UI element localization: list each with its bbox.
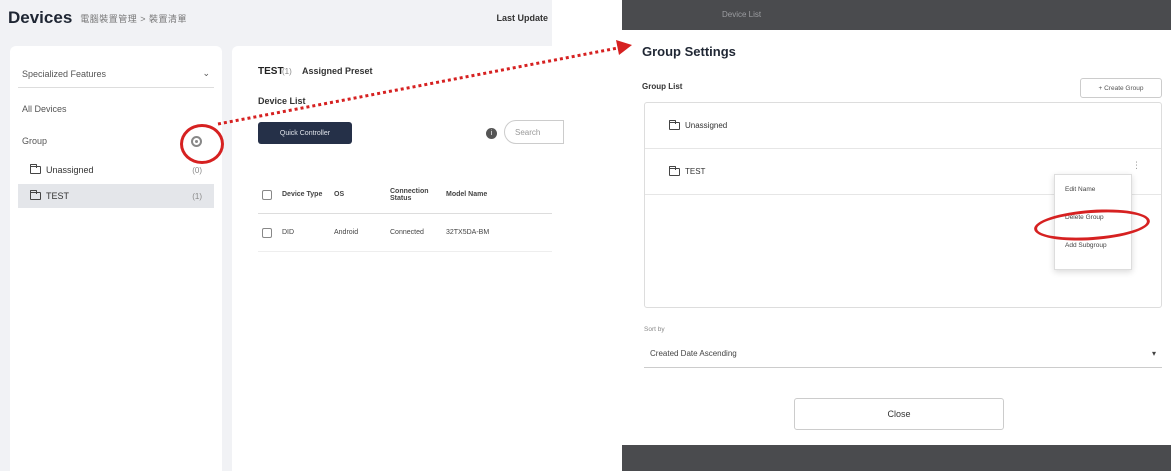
- devices-screen: Devices 電腦裝置管理 > 裝置清單 Last Update Specia…: [0, 0, 564, 471]
- folder-icon: [30, 164, 41, 174]
- sort-select[interactable]: Created Date Ascending ▾: [644, 340, 1162, 368]
- page-header: Devices 電腦裝置管理 > 裝置清單 Last Update: [0, 0, 552, 36]
- sidebar-item-test[interactable]: TEST (1): [18, 184, 214, 208]
- group-label: Group: [22, 136, 48, 146]
- last-update-label: Last Update: [496, 13, 548, 23]
- group-count: (1): [282, 67, 292, 76]
- sort-label: Sort by: [644, 326, 665, 333]
- folder-icon: [30, 190, 41, 200]
- folder-name: Unassigned: [46, 165, 94, 175]
- column-header: OS: [334, 191, 345, 198]
- quick-controller-button[interactable]: Quick Controller: [258, 122, 352, 144]
- list-item[interactable]: Unassigned: [645, 103, 1161, 149]
- backdrop-label: Device List: [722, 10, 762, 19]
- sidebar: Specialized Features ⌄ All Devices Group…: [10, 46, 222, 471]
- modal-backdrop-bottom: [622, 445, 1171, 471]
- main-panel: TEST (1) Assigned Preset Device List Qui…: [232, 46, 564, 471]
- folder-icon: [669, 165, 680, 176]
- group-item-label: TEST: [685, 167, 706, 176]
- select-all-checkbox[interactable]: [262, 189, 272, 200]
- modal-backdrop-top: Device List: [622, 0, 1171, 30]
- table-cell: DID: [282, 229, 295, 236]
- folder-icon: [669, 119, 680, 130]
- column-header: Connection Status: [390, 187, 429, 202]
- folder-count: (1): [192, 191, 202, 201]
- table-cell: Android: [334, 229, 359, 236]
- feature-select-label: Specialized Features: [22, 68, 107, 79]
- search-input[interactable]: Search: [504, 120, 564, 144]
- gear-highlight-circle: [180, 124, 224, 164]
- chevron-down-icon: ⌄: [202, 68, 210, 78]
- modal-title: Group Settings: [642, 44, 736, 59]
- sidebar-item-all-devices[interactable]: All Devices: [18, 98, 214, 120]
- info-icon[interactable]: i: [486, 128, 497, 139]
- sidebar-item-unassigned[interactable]: Unassigned (0): [18, 158, 214, 182]
- folder-label: Unassigned: [30, 164, 94, 175]
- folder-name: TEST: [46, 191, 70, 201]
- group-name: TEST: [258, 66, 284, 77]
- page-title: Devices: [8, 8, 73, 27]
- device-list-label: Device List: [258, 96, 306, 106]
- breadcrumb: 電腦裝置管理 > 裝置清單: [80, 13, 188, 24]
- chevron-down-icon: ▾: [1151, 349, 1156, 358]
- folder-label: TEST: [30, 190, 70, 201]
- folder-count: (0): [192, 165, 202, 175]
- close-button[interactable]: Close: [794, 398, 1004, 430]
- group-settings-screen: Device List Group Settings Group List + …: [622, 0, 1171, 471]
- table-row[interactable]: DID Android Connected 32TX5DA-BM: [258, 214, 552, 252]
- device-table: Device Type OS Connection Status Model N…: [258, 176, 552, 252]
- feature-select[interactable]: Specialized Features ⌄: [18, 60, 214, 88]
- row-checkbox[interactable]: [262, 227, 272, 238]
- more-options-icon[interactable]: ⋮: [1132, 160, 1141, 171]
- table-cell: 32TX5DA-BM: [446, 229, 490, 236]
- group-item-label: Unassigned: [685, 121, 728, 130]
- column-header: Device Type: [282, 191, 323, 198]
- table-header: Device Type OS Connection Status Model N…: [258, 176, 552, 214]
- assigned-preset[interactable]: Assigned Preset: [302, 66, 373, 76]
- group-list-label: Group List: [642, 82, 683, 91]
- table-cell: Connected: [390, 229, 424, 236]
- menu-item-edit-name[interactable]: Edit Name: [1055, 175, 1131, 203]
- column-header: Model Name: [446, 191, 488, 198]
- sort-value: Created Date Ascending: [650, 349, 737, 358]
- all-devices-label: All Devices: [22, 104, 67, 114]
- create-group-button[interactable]: + Create Group: [1080, 78, 1162, 98]
